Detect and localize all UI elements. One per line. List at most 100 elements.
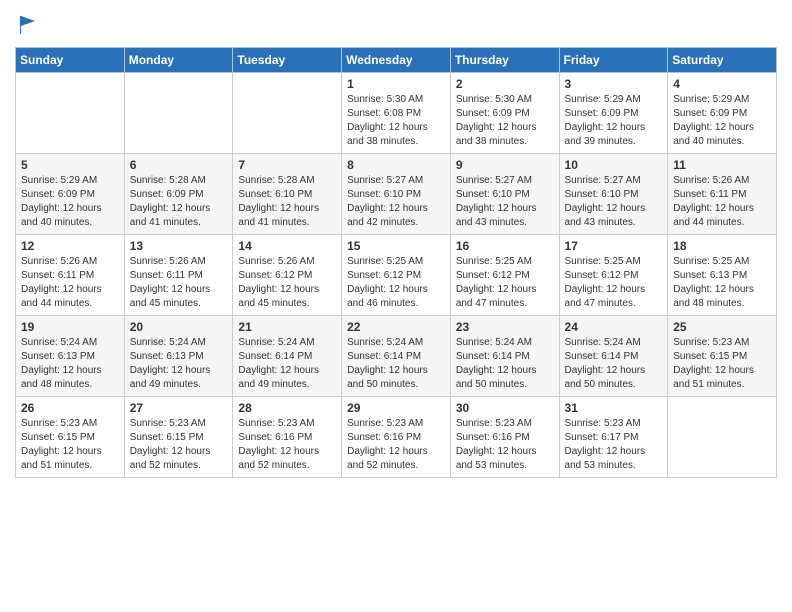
day-info: Sunrise: 5:30 AM Sunset: 6:09 PM Dayligh…	[456, 93, 554, 149]
day-info: Sunrise: 5:25 AM Sunset: 6:12 PM Dayligh…	[456, 255, 554, 311]
day-number: 15	[347, 239, 445, 253]
calendar-cell: 6Sunrise: 5:28 AM Sunset: 6:09 PM Daylig…	[124, 154, 233, 235]
calendar-cell: 12 Sunrise: 5:26 AM Sunset: 6:11 PM Dayli…	[16, 235, 125, 316]
header-day-monday: Monday	[124, 48, 233, 73]
day-number: 19	[21, 320, 119, 334]
day-number: 9	[456, 158, 554, 172]
calendar-cell: 17 Sunrise: 5:25 AM Sunset: 6:12 PM Dayli…	[559, 235, 668, 316]
calendar-cell: 7Sunrise: 5:28 AM Sunset: 6:10 PM Daylig…	[233, 154, 342, 235]
calendar-cell: 30 Sunrise: 5:23 AM Sunset: 6:16 PM Dayli…	[450, 397, 559, 478]
day-info: Sunrise: 5:24 AM Sunset: 6:14 PM Dayligh…	[456, 336, 554, 392]
calendar-body: 1Sunrise: 5:30 AM Sunset: 6:08 PM Daylig…	[16, 73, 777, 478]
calendar-week-row: 1Sunrise: 5:30 AM Sunset: 6:08 PM Daylig…	[16, 73, 777, 154]
day-info: Sunrise: 5:23 AM Sunset: 6:17 PM Dayligh…	[565, 417, 663, 473]
day-info: Sunrise: 5:23 AM Sunset: 6:16 PM Dayligh…	[456, 417, 554, 473]
calendar-week-row: 26 Sunrise: 5:23 AM Sunset: 6:15 PM Dayli…	[16, 397, 777, 478]
calendar-cell: 18 Sunrise: 5:25 AM Sunset: 6:13 PM Dayli…	[668, 235, 777, 316]
calendar-cell	[668, 397, 777, 478]
day-info: Sunrise: 5:29 AM Sunset: 6:09 PM Dayligh…	[673, 93, 771, 149]
calendar-cell: 16 Sunrise: 5:25 AM Sunset: 6:12 PM Dayli…	[450, 235, 559, 316]
day-number: 18	[673, 239, 771, 253]
logo-flag-icon	[17, 14, 39, 36]
day-number: 3	[565, 77, 663, 91]
day-info: Sunrise: 5:23 AM Sunset: 6:16 PM Dayligh…	[238, 417, 336, 473]
day-number: 30	[456, 401, 554, 415]
day-info: Sunrise: 5:24 AM Sunset: 6:13 PM Dayligh…	[21, 336, 119, 392]
calendar-cell: 13 Sunrise: 5:26 AM Sunset: 6:11 PM Dayli…	[124, 235, 233, 316]
day-number: 14	[238, 239, 336, 253]
day-info: Sunrise: 5:26 AM Sunset: 6:11 PM Dayligh…	[21, 255, 119, 311]
header-day-friday: Friday	[559, 48, 668, 73]
calendar-cell: 19 Sunrise: 5:24 AM Sunset: 6:13 PM Dayli…	[16, 316, 125, 397]
calendar-cell: 27 Sunrise: 5:23 AM Sunset: 6:15 PM Dayli…	[124, 397, 233, 478]
day-info: Sunrise: 5:29 AM Sunset: 6:09 PM Dayligh…	[565, 93, 663, 149]
day-number: 5	[21, 158, 119, 172]
day-number: 8	[347, 158, 445, 172]
day-number: 28	[238, 401, 336, 415]
logo	[15, 14, 39, 41]
header-day-tuesday: Tuesday	[233, 48, 342, 73]
calendar-cell: 21 Sunrise: 5:24 AM Sunset: 6:14 PM Dayli…	[233, 316, 342, 397]
calendar-cell: 31 Sunrise: 5:23 AM Sunset: 6:17 PM Dayli…	[559, 397, 668, 478]
calendar-header-row: SundayMondayTuesdayWednesdayThursdayFrid…	[16, 48, 777, 73]
calendar-cell: 22Sunrise: 5:24 AM Sunset: 6:14 PM Dayli…	[342, 316, 451, 397]
day-info: Sunrise: 5:27 AM Sunset: 6:10 PM Dayligh…	[565, 174, 663, 230]
calendar-cell: 5Sunrise: 5:29 AM Sunset: 6:09 PM Daylig…	[16, 154, 125, 235]
header-day-wednesday: Wednesday	[342, 48, 451, 73]
day-info: Sunrise: 5:24 AM Sunset: 6:14 PM Dayligh…	[238, 336, 336, 392]
calendar-cell: 15 Sunrise: 5:25 AM Sunset: 6:12 PM Dayli…	[342, 235, 451, 316]
day-info: Sunrise: 5:24 AM Sunset: 6:13 PM Dayligh…	[130, 336, 228, 392]
day-number: 24	[565, 320, 663, 334]
calendar-cell: 8 Sunrise: 5:27 AM Sunset: 6:10 PM Daylig…	[342, 154, 451, 235]
calendar-cell: 24 Sunrise: 5:24 AM Sunset: 6:14 PM Dayli…	[559, 316, 668, 397]
day-info: Sunrise: 5:23 AM Sunset: 6:15 PM Dayligh…	[21, 417, 119, 473]
day-number: 4	[673, 77, 771, 91]
day-info: Sunrise: 5:30 AM Sunset: 6:08 PM Dayligh…	[347, 93, 445, 149]
calendar-cell: 29Sunrise: 5:23 AM Sunset: 6:16 PM Dayli…	[342, 397, 451, 478]
calendar-cell: 9Sunrise: 5:27 AM Sunset: 6:10 PM Daylig…	[450, 154, 559, 235]
calendar-week-row: 19 Sunrise: 5:24 AM Sunset: 6:13 PM Dayli…	[16, 316, 777, 397]
day-number: 21	[238, 320, 336, 334]
day-number: 17	[565, 239, 663, 253]
day-number: 12	[21, 239, 119, 253]
header-day-sunday: Sunday	[16, 48, 125, 73]
calendar-cell: 4 Sunrise: 5:29 AM Sunset: 6:09 PM Daylig…	[668, 73, 777, 154]
day-number: 29	[347, 401, 445, 415]
day-info: Sunrise: 5:28 AM Sunset: 6:09 PM Dayligh…	[130, 174, 228, 230]
day-number: 20	[130, 320, 228, 334]
day-number: 27	[130, 401, 228, 415]
day-number: 31	[565, 401, 663, 415]
day-info: Sunrise: 5:26 AM Sunset: 6:11 PM Dayligh…	[673, 174, 771, 230]
day-info: Sunrise: 5:25 AM Sunset: 6:12 PM Dayligh…	[347, 255, 445, 311]
day-info: Sunrise: 5:26 AM Sunset: 6:11 PM Dayligh…	[130, 255, 228, 311]
day-info: Sunrise: 5:25 AM Sunset: 6:12 PM Dayligh…	[565, 255, 663, 311]
calendar-cell	[16, 73, 125, 154]
calendar-cell: 3 Sunrise: 5:29 AM Sunset: 6:09 PM Daylig…	[559, 73, 668, 154]
calendar-cell: 20 Sunrise: 5:24 AM Sunset: 6:13 PM Dayli…	[124, 316, 233, 397]
calendar-cell: 28 Sunrise: 5:23 AM Sunset: 6:16 PM Dayli…	[233, 397, 342, 478]
day-number: 2	[456, 77, 554, 91]
day-number: 11	[673, 158, 771, 172]
day-number: 23	[456, 320, 554, 334]
day-info: Sunrise: 5:27 AM Sunset: 6:10 PM Dayligh…	[347, 174, 445, 230]
calendar-cell: 10 Sunrise: 5:27 AM Sunset: 6:10 PM Dayli…	[559, 154, 668, 235]
calendar-table: SundayMondayTuesdayWednesdayThursdayFrid…	[15, 47, 777, 478]
day-info: Sunrise: 5:24 AM Sunset: 6:14 PM Dayligh…	[347, 336, 445, 392]
day-number: 13	[130, 239, 228, 253]
day-number: 16	[456, 239, 554, 253]
page-header	[15, 10, 777, 41]
calendar-week-row: 5Sunrise: 5:29 AM Sunset: 6:09 PM Daylig…	[16, 154, 777, 235]
day-info: Sunrise: 5:25 AM Sunset: 6:13 PM Dayligh…	[673, 255, 771, 311]
day-number: 25	[673, 320, 771, 334]
day-info: Sunrise: 5:23 AM Sunset: 6:15 PM Dayligh…	[673, 336, 771, 392]
calendar-cell: 25 Sunrise: 5:23 AM Sunset: 6:15 PM Dayli…	[668, 316, 777, 397]
calendar-week-row: 12 Sunrise: 5:26 AM Sunset: 6:11 PM Dayli…	[16, 235, 777, 316]
day-number: 7	[238, 158, 336, 172]
header-day-saturday: Saturday	[668, 48, 777, 73]
calendar-cell	[124, 73, 233, 154]
day-info: Sunrise: 5:23 AM Sunset: 6:15 PM Dayligh…	[130, 417, 228, 473]
day-info: Sunrise: 5:24 AM Sunset: 6:14 PM Dayligh…	[565, 336, 663, 392]
day-number: 10	[565, 158, 663, 172]
calendar-cell: 23 Sunrise: 5:24 AM Sunset: 6:14 PM Dayli…	[450, 316, 559, 397]
day-number: 26	[21, 401, 119, 415]
